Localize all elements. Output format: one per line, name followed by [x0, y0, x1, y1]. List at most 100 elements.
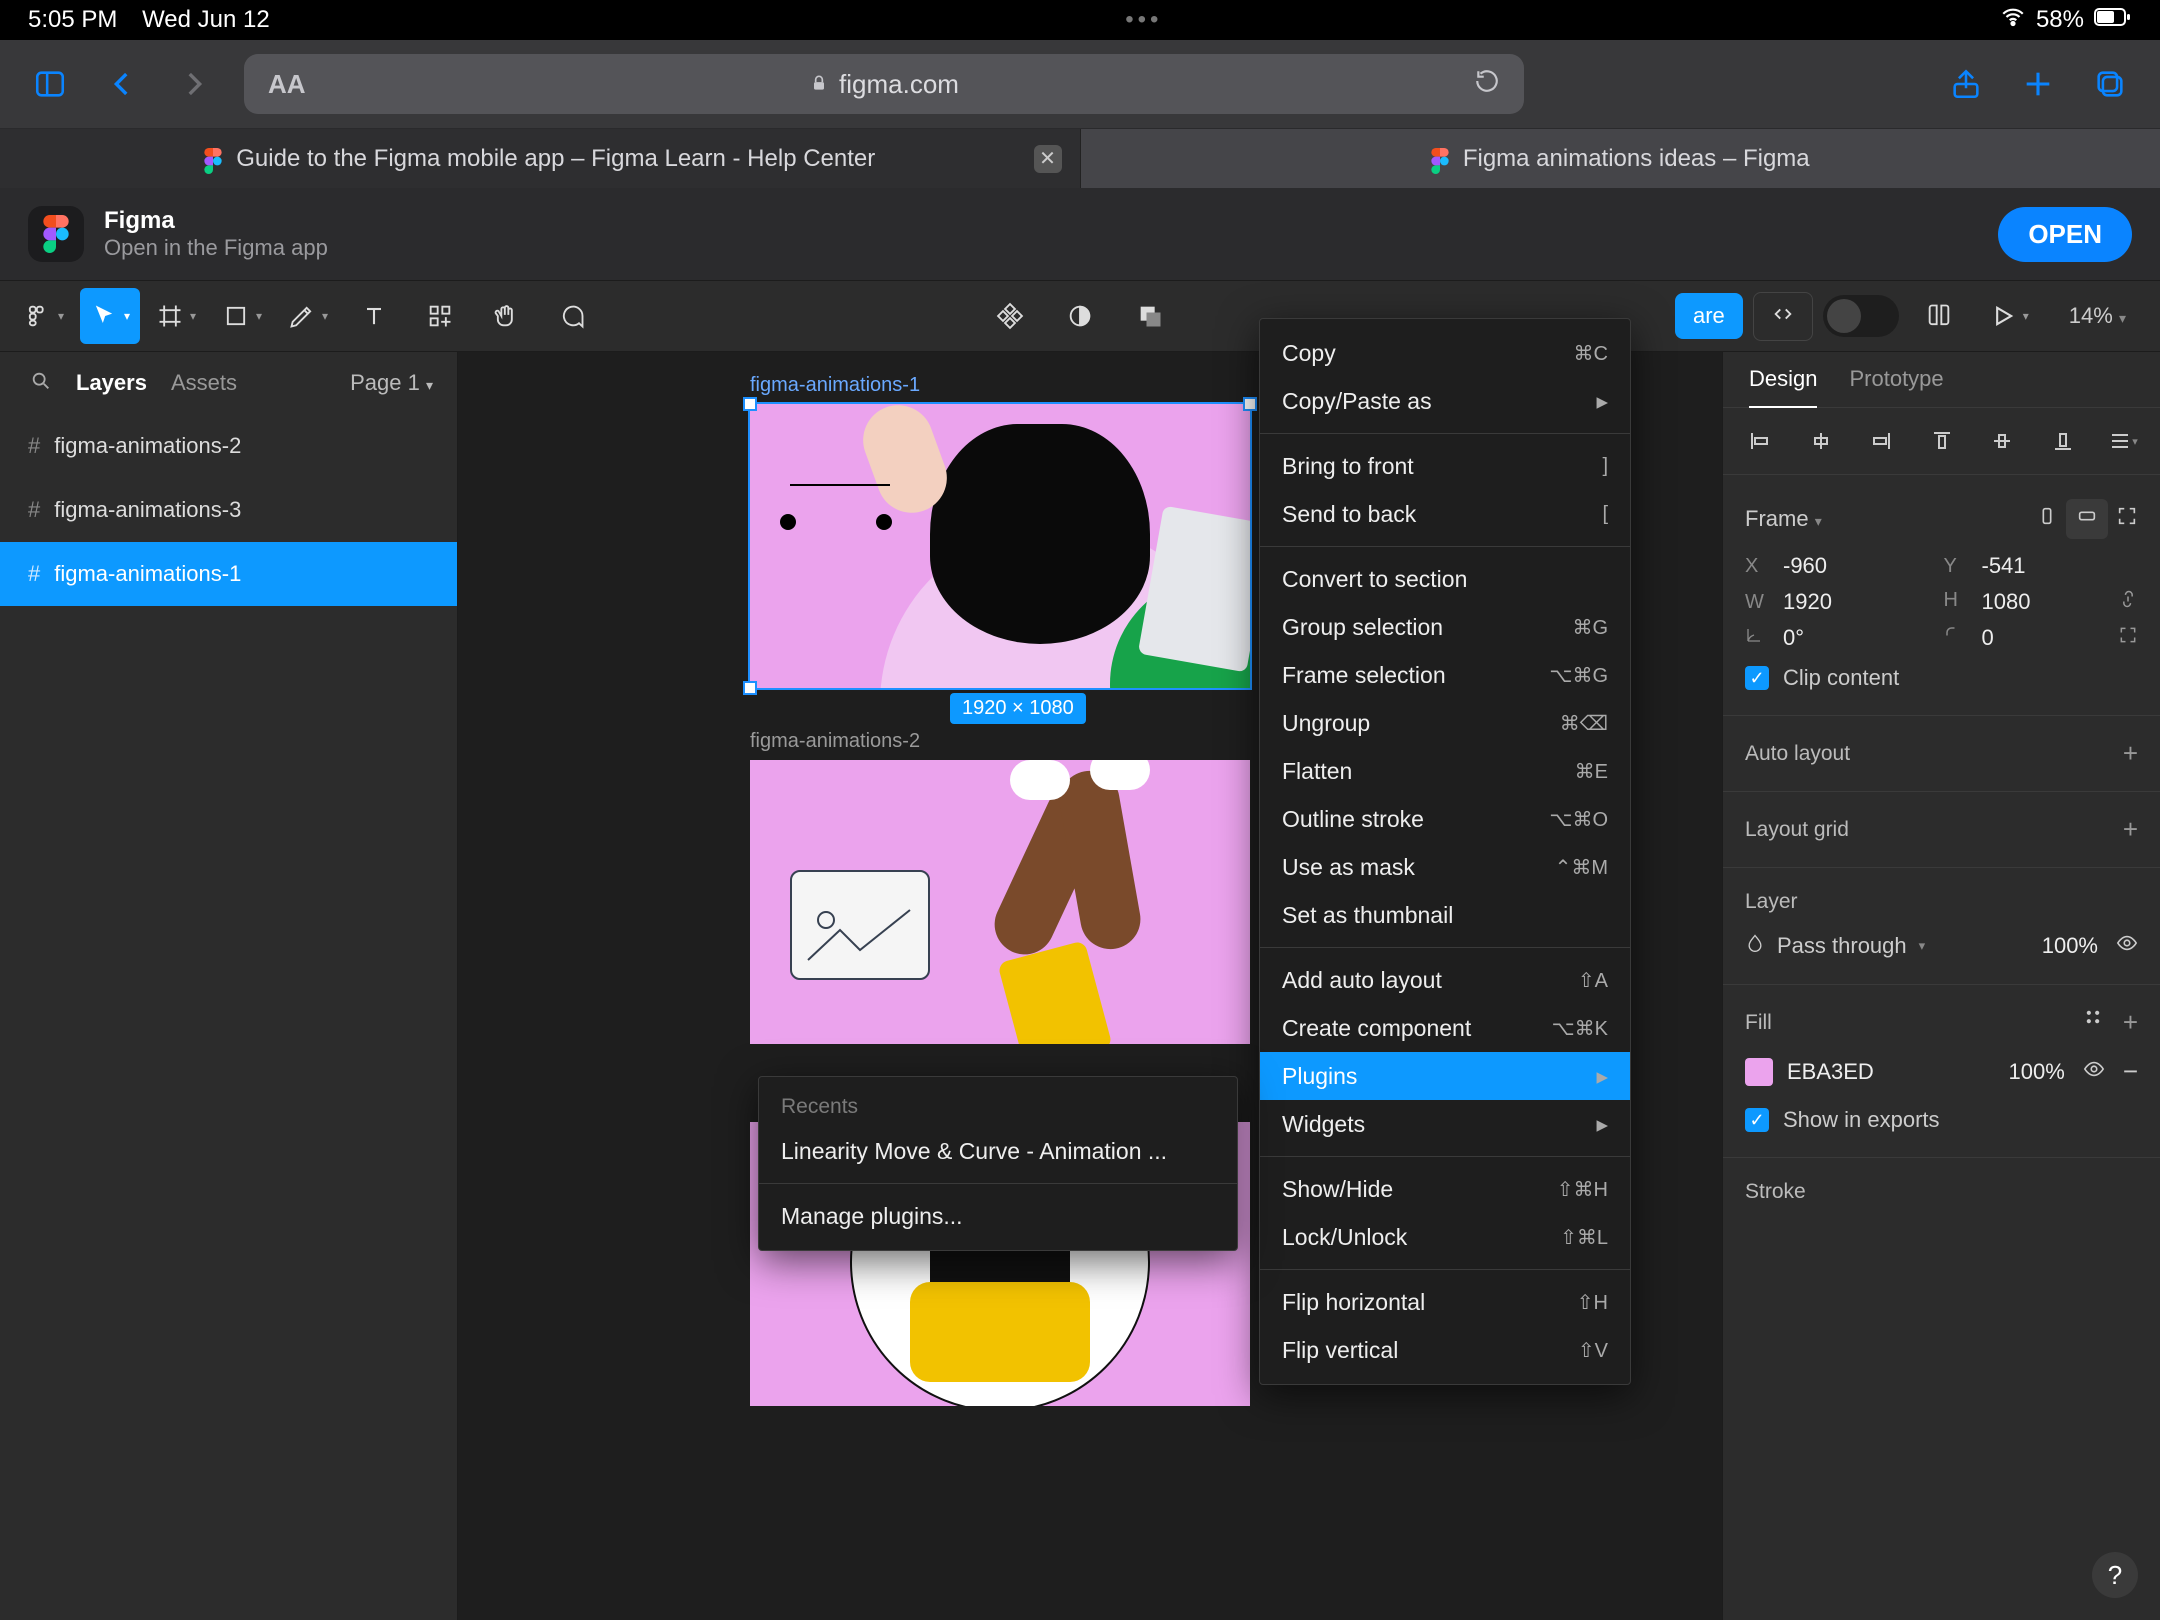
frame-label[interactable]: figma-animations-2: [750, 730, 920, 753]
align-hcenter-icon[interactable]: [1806, 426, 1836, 456]
fill-opacity[interactable]: 100%: [2009, 1059, 2065, 1085]
add-fill-button[interactable]: +: [2123, 1007, 2138, 1038]
remove-fill-icon[interactable]: −: [2123, 1056, 2138, 1087]
styles-icon[interactable]: [2083, 1007, 2103, 1038]
fit-icon[interactable]: [2116, 505, 2138, 533]
shape-tool-button[interactable]: ▾: [212, 288, 272, 344]
independent-corners-icon[interactable]: [2118, 625, 2138, 651]
distribute-icon[interactable]: ▾: [2108, 426, 2138, 456]
library-icon[interactable]: [1909, 288, 1969, 344]
hand-tool-button[interactable]: [476, 288, 536, 344]
clip-content-checkbox[interactable]: ✓: [1745, 666, 1769, 690]
ctx-create-component[interactable]: Create component⌥⌘K: [1260, 1004, 1630, 1052]
align-right-icon[interactable]: [1866, 426, 1896, 456]
align-bottom-icon[interactable]: [2048, 426, 2078, 456]
align-top-icon[interactable]: [1927, 426, 1957, 456]
frame-type-dropdown[interactable]: Frame ▾: [1745, 506, 1822, 532]
align-vcenter-icon[interactable]: [1987, 426, 2017, 456]
blend-mode-dropdown[interactable]: Pass through▾: [1745, 933, 1925, 959]
constrain-icon[interactable]: [2118, 589, 2138, 615]
dev-mode-button[interactable]: [1753, 292, 1813, 341]
move-tool-button[interactable]: ▾: [80, 288, 140, 344]
frame-label[interactable]: figma-animations-1: [750, 374, 920, 397]
ctx-flip-h[interactable]: Flip horizontal⇧H: [1260, 1278, 1630, 1326]
assets-tab[interactable]: Assets: [171, 370, 237, 396]
comment-tool-button[interactable]: [542, 288, 602, 344]
present-button[interactable]: ▾: [1979, 288, 2039, 344]
design-tab[interactable]: Design: [1749, 366, 1817, 408]
share-button[interactable]: are: [1675, 293, 1743, 339]
multitask-dots-icon[interactable]: •••: [1125, 6, 1162, 34]
close-tab-icon[interactable]: ✕: [1034, 145, 1062, 173]
browser-tab-active[interactable]: Figma animations ideas – Figma: [1081, 129, 2160, 188]
layers-tab[interactable]: Layers: [76, 370, 147, 396]
resize-fill-icon[interactable]: [2066, 499, 2108, 539]
back-icon[interactable]: [100, 62, 144, 106]
ctx-plugins[interactable]: Plugins▸: [1260, 1052, 1630, 1100]
open-in-app-button[interactable]: OPEN: [1998, 207, 2132, 262]
ctx-convert-section[interactable]: Convert to section: [1260, 555, 1630, 603]
ctx-show-hide[interactable]: Show/Hide⇧⌘H: [1260, 1165, 1630, 1213]
help-button[interactable]: ?: [2092, 1552, 2138, 1598]
layer-item-selected[interactable]: #figma-animations-1: [0, 542, 457, 606]
add-layoutgrid-button[interactable]: +: [2123, 814, 2138, 845]
corner-field[interactable]: 0: [1944, 625, 2139, 651]
page-selector[interactable]: Page 1 ▾: [350, 370, 433, 396]
search-icon[interactable]: [30, 370, 52, 397]
opacity-field[interactable]: 100%: [2042, 933, 2098, 959]
layer-item[interactable]: #figma-animations-3: [0, 478, 457, 542]
fill-visibility-icon[interactable]: [2083, 1058, 2105, 1086]
zoom-level[interactable]: 14% ▾: [2069, 303, 2126, 329]
ctx-add-autolayout[interactable]: Add auto layout⇧A: [1260, 956, 1630, 1004]
ctx-set-thumbnail[interactable]: Set as thumbnail: [1260, 891, 1630, 939]
canvas-frame-selected[interactable]: figma-animations-1 19: [750, 404, 1250, 688]
ctx-copy-paste-as[interactable]: Copy/Paste as▸: [1260, 377, 1630, 425]
pen-tool-button[interactable]: ▾: [278, 288, 338, 344]
resources-button[interactable]: [410, 288, 470, 344]
main-menu-button[interactable]: ▾: [14, 288, 74, 344]
ctx-lock-unlock[interactable]: Lock/Unlock⇧⌘L: [1260, 1213, 1630, 1261]
frame-tool-button[interactable]: ▾: [146, 288, 206, 344]
align-left-icon[interactable]: [1745, 426, 1775, 456]
sidebar-toggle-icon[interactable]: [28, 62, 72, 106]
fill-hex[interactable]: EBA3ED: [1787, 1059, 1874, 1085]
show-in-exports-checkbox[interactable]: ✓: [1745, 1108, 1769, 1132]
resize-fixed-icon[interactable]: [2036, 505, 2058, 533]
mask-icon[interactable]: [1050, 288, 1110, 344]
visibility-icon[interactable]: [2116, 932, 2138, 960]
ctx-widgets[interactable]: Widgets▸: [1260, 1100, 1630, 1148]
figma-toolbar: ▾ ▾ ▾ ▾ ▾: [0, 280, 2160, 352]
layer-item[interactable]: #figma-animations-2: [0, 414, 457, 478]
ctx-flatten[interactable]: Flatten⌘E: [1260, 747, 1630, 795]
browser-tab-inactive[interactable]: Guide to the Figma mobile app – Figma Le…: [0, 129, 1081, 188]
ctx-bring-front[interactable]: Bring to front]: [1260, 442, 1630, 490]
component-icon[interactable]: [980, 288, 1040, 344]
fill-swatch[interactable]: [1745, 1058, 1773, 1086]
ctx-send-back[interactable]: Send to back[: [1260, 490, 1630, 538]
new-tab-icon[interactable]: [2016, 62, 2060, 106]
ctx-ungroup[interactable]: Ungroup⌘⌫: [1260, 699, 1630, 747]
ctx-frame-selection[interactable]: Frame selection⌥⌘G: [1260, 651, 1630, 699]
canvas-frame[interactable]: figma-animations-2: [750, 760, 1250, 1044]
rotation-field[interactable]: 0°: [1745, 625, 1940, 651]
ctx-copy[interactable]: Copy⌘C: [1260, 329, 1630, 377]
ctx-group[interactable]: Group selection⌘G: [1260, 603, 1630, 651]
address-bar[interactable]: AA figma.com: [244, 54, 1524, 114]
ctx-use-mask[interactable]: Use as mask⌃⌘M: [1260, 843, 1630, 891]
text-tool-button[interactable]: [344, 288, 404, 344]
tabs-overview-icon[interactable]: [2088, 62, 2132, 106]
width-field[interactable]: W1920: [1745, 589, 1940, 615]
share-icon[interactable]: [1944, 62, 1988, 106]
plugin-recent-item[interactable]: Linearity Move & Curve - Animation ...: [759, 1127, 1237, 1175]
ctx-outline-stroke[interactable]: Outline stroke⌥⌘O: [1260, 795, 1630, 843]
x-field[interactable]: X-960: [1745, 553, 1940, 579]
ctx-flip-v[interactable]: Flip vertical⇧V: [1260, 1326, 1630, 1374]
boolean-icon[interactable]: [1120, 288, 1180, 344]
prototype-tab[interactable]: Prototype: [1849, 366, 1943, 407]
height-field[interactable]: H1080: [1944, 589, 2139, 615]
inspect-toggle[interactable]: [1823, 295, 1899, 337]
add-autolayout-button[interactable]: +: [2123, 738, 2138, 769]
manage-plugins[interactable]: Manage plugins...: [759, 1192, 1237, 1240]
y-field[interactable]: Y-541: [1944, 553, 2139, 579]
layout-grid-label: Layout grid: [1745, 818, 1849, 842]
